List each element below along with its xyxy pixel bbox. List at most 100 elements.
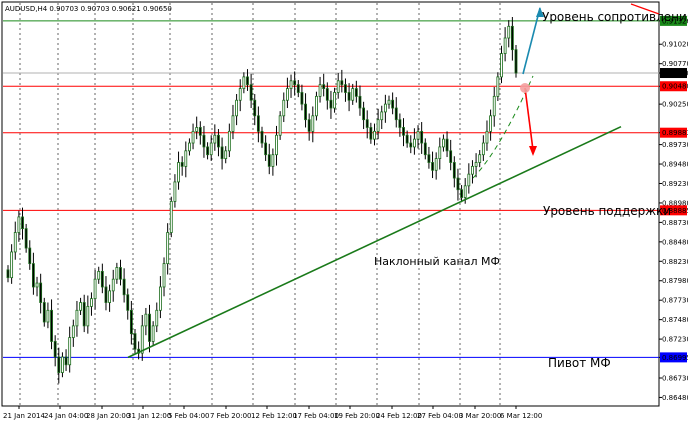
candle-body bbox=[267, 154, 271, 167]
x-tick-label: 7 Feb 20:00 bbox=[210, 412, 251, 420]
support-label: Уровень поддержки bbox=[543, 204, 671, 218]
candle-body bbox=[391, 99, 395, 109]
candle-body bbox=[64, 356, 68, 366]
candle-body bbox=[13, 232, 17, 253]
candle-body bbox=[315, 95, 318, 117]
candle-body bbox=[333, 92, 336, 109]
candle-body bbox=[97, 271, 101, 280]
candle-body bbox=[32, 263, 35, 288]
x-tick-label: 6 Mar 12:00 bbox=[500, 412, 542, 420]
candle-body bbox=[148, 313, 151, 342]
candle-body bbox=[115, 267, 119, 280]
candle-body bbox=[188, 142, 191, 152]
candle-body bbox=[383, 103, 387, 113]
candle-body bbox=[347, 92, 351, 101]
candle-body bbox=[260, 130, 264, 144]
x-tick-label: 5 Feb 04:00 bbox=[168, 412, 209, 420]
candle-body bbox=[336, 80, 340, 93]
candle-body bbox=[510, 25, 514, 51]
x-tick-label: 27 Feb 04:00 bbox=[417, 412, 463, 420]
candle-body bbox=[340, 80, 344, 86]
candle-body bbox=[86, 306, 90, 327]
candle-body bbox=[104, 286, 108, 303]
candle-body bbox=[173, 181, 177, 202]
candle-body bbox=[119, 267, 122, 280]
candle-body bbox=[445, 138, 449, 152]
candle-body bbox=[365, 119, 369, 128]
candle-body bbox=[496, 76, 500, 97]
candle-body bbox=[398, 119, 402, 128]
candle-body bbox=[202, 134, 206, 148]
candle-body bbox=[177, 162, 180, 183]
y-tick-label: 0.91020 bbox=[662, 41, 688, 49]
candle-body bbox=[492, 95, 496, 117]
y-tick-label: 0.88480 bbox=[662, 238, 688, 246]
y-tick-label: 0.87980 bbox=[662, 277, 688, 285]
candle-body bbox=[249, 84, 253, 101]
candle-body bbox=[423, 142, 427, 156]
candle-body bbox=[180, 162, 184, 167]
candle-body bbox=[485, 130, 489, 144]
x-tick-label: 24 Feb 12:00 bbox=[376, 412, 422, 420]
y-tick-label: 0.86995 bbox=[662, 354, 688, 362]
candle-body bbox=[46, 309, 50, 323]
candle-body bbox=[514, 49, 518, 74]
candle-body bbox=[122, 278, 126, 296]
candle-body bbox=[481, 142, 485, 156]
y-tick-label: 0.89883 bbox=[662, 129, 688, 137]
channel-label: Наклонный канал МФ bbox=[374, 255, 500, 268]
candle-body bbox=[253, 99, 257, 117]
candle-body bbox=[409, 142, 413, 148]
candle-body bbox=[307, 119, 311, 132]
x-tick-label: 17 Feb 04:00 bbox=[293, 412, 339, 420]
candle-body bbox=[28, 247, 32, 265]
y-tick-label: 0.88730 bbox=[662, 219, 688, 227]
candle-body bbox=[111, 278, 115, 292]
candle-body bbox=[380, 111, 384, 121]
candle-body bbox=[416, 130, 420, 140]
y-tick-label: 0.90250 bbox=[662, 101, 688, 109]
candle-body bbox=[90, 298, 93, 307]
candle-body bbox=[402, 127, 405, 136]
candle-body bbox=[198, 127, 202, 136]
candle-body bbox=[285, 88, 289, 101]
candle-body bbox=[503, 37, 507, 54]
candle-body bbox=[304, 103, 307, 121]
candle-body bbox=[420, 130, 424, 144]
candle-body bbox=[463, 185, 467, 198]
candle-body bbox=[246, 76, 249, 86]
candle-body bbox=[100, 271, 104, 288]
candle-body bbox=[140, 325, 144, 354]
candle-body bbox=[478, 154, 482, 163]
candle-body bbox=[162, 263, 166, 288]
candle-body bbox=[456, 177, 460, 191]
candle-body bbox=[10, 251, 14, 279]
candle-body bbox=[507, 25, 511, 39]
candle-body bbox=[35, 282, 39, 288]
candle-body bbox=[238, 88, 242, 101]
candle-body bbox=[24, 228, 28, 249]
candle-body bbox=[362, 107, 366, 121]
y-tick-label: 0.86730 bbox=[662, 374, 688, 382]
candle-body bbox=[42, 302, 46, 323]
candle-body bbox=[231, 115, 235, 132]
candle-body bbox=[133, 333, 137, 350]
candle-body bbox=[144, 313, 148, 327]
pivot-label: Пивот МФ bbox=[548, 356, 611, 370]
y-tick-label: 0.89480 bbox=[662, 161, 688, 169]
candle-body bbox=[427, 154, 431, 163]
candle-body bbox=[224, 150, 228, 159]
candle-body bbox=[21, 216, 24, 230]
candle-body bbox=[158, 286, 162, 311]
x-tick-label: 12 Feb 12:00 bbox=[251, 412, 297, 420]
candle-body bbox=[300, 92, 304, 105]
candle-body bbox=[184, 150, 188, 167]
candle-body bbox=[293, 80, 297, 86]
candle-body bbox=[57, 356, 61, 373]
candle-body bbox=[53, 341, 57, 358]
candle-body bbox=[322, 84, 326, 89]
candle-body bbox=[169, 200, 173, 233]
candle-body bbox=[329, 99, 333, 109]
candle-body bbox=[71, 325, 75, 338]
x-tick-label: 21 Jan 2014 bbox=[3, 412, 46, 420]
